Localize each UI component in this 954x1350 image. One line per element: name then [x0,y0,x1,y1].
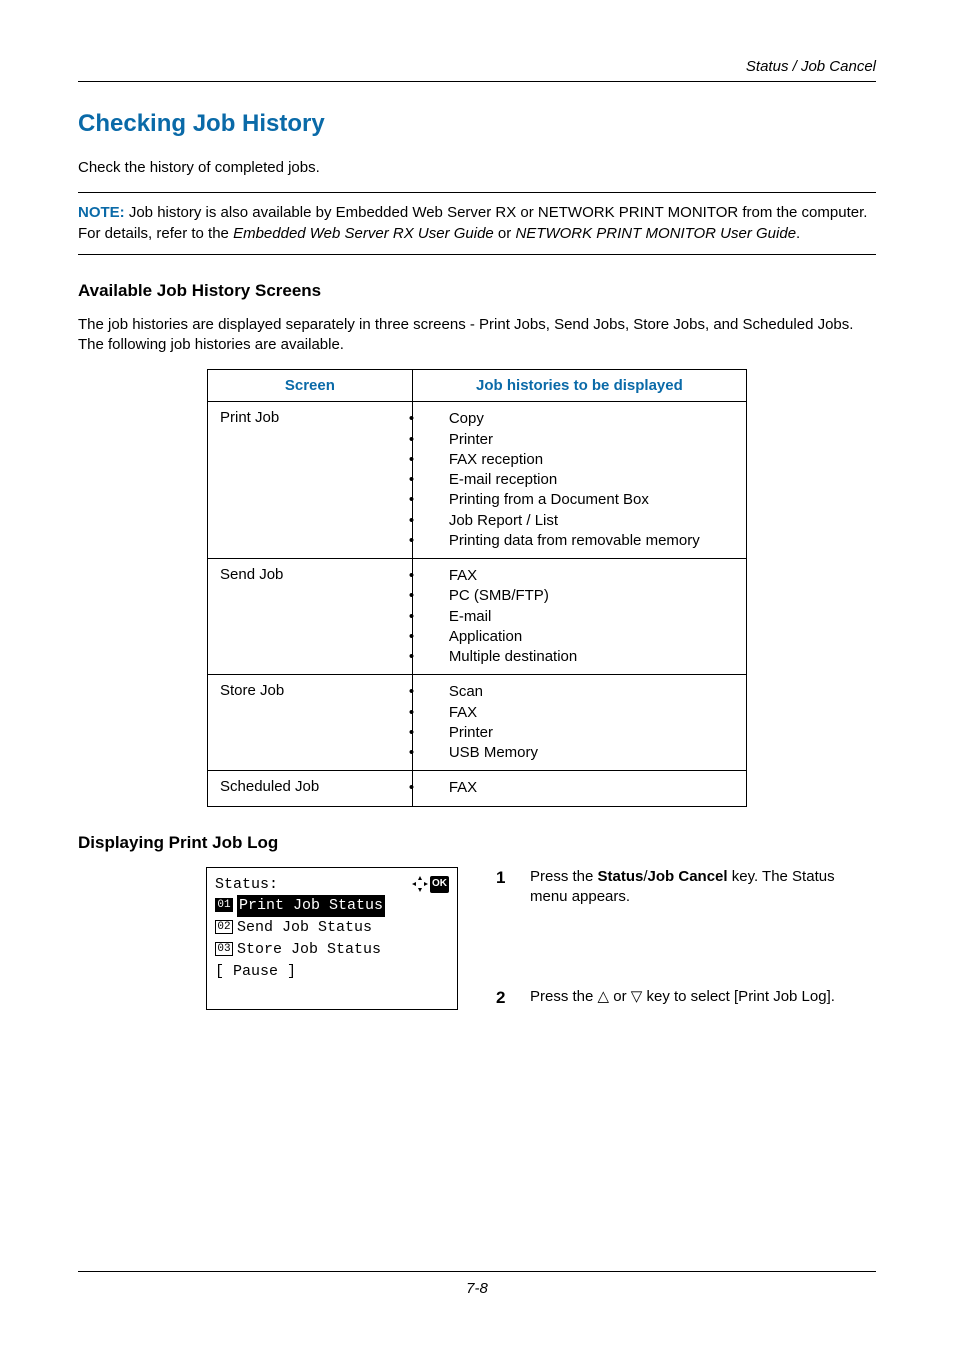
cell-items: FAX PC (SMB/FTP) E-mail Application Mult… [412,559,746,675]
subheading-print-job-log: Displaying Print Job Log [78,833,876,853]
note-block: NOTE: Job history is also available by E… [78,192,876,255]
key-name: Job Cancel [648,868,728,885]
list-item: Printer [449,723,734,743]
footer-rule [78,1271,876,1272]
lcd-column: Status: OK 01 Print Job Status [78,867,458,1010]
step-text-part: or [609,988,631,1005]
lcd-icons: OK [412,876,449,893]
page-title: Checking Job History [78,110,876,138]
note-mid: or [494,225,516,242]
step-text-part: key to select [Print Job Log]. [642,988,835,1005]
table-row: Print Job Copy Printer FAX reception E-m… [208,402,747,559]
list-item: FAX [449,703,734,723]
col-head-screen: Screen [208,370,413,402]
step-text-part: Press the [530,868,598,885]
screens-table: Screen Job histories to be displayed Pri… [207,369,747,806]
screens-table-wrap: Screen Job histories to be displayed Pri… [78,369,876,806]
col-head-histories: Job histories to be displayed [412,370,746,402]
list-item: FAX reception [449,450,734,470]
list-item: Application [449,627,734,647]
lcd-item: Send Job Status [237,919,372,936]
page-number: 7-8 [466,1280,488,1297]
key-name: Status [598,868,644,885]
lcd-softkey-row: [ Pause ] [215,961,449,983]
list-item: Multiple destination [449,647,734,667]
list-item: PC (SMB/FTP) [449,586,734,606]
page-footer: 7-8 [0,1271,954,1298]
note-label: NOTE: [78,204,125,221]
cell-items: Copy Printer FAX reception E-mail recept… [412,402,746,559]
lcd-title: Status: [215,874,278,896]
lcd-num-badge: 01 [215,898,233,912]
step-2: 2 Press the △ or ▽ key to select [Print … [496,987,876,1010]
steps-column: 1 Press the Status/Job Cancel key. The S… [496,867,876,1010]
step-text: Press the △ or ▽ key to select [Print Jo… [530,987,835,1010]
lcd-num-badge: 03 [215,942,233,956]
lcd-row-2: 02 Send Job Status [215,917,449,939]
triangle-up-icon: △ [598,987,610,1007]
cell-screen: Send Job [208,559,413,675]
nav-arrows-icon [412,876,428,892]
step-text: Press the Status/Job Cancel key. The Sta… [530,867,876,908]
two-column-layout: Status: OK 01 Print Job Status [78,867,876,1010]
step-text-part: Press the [530,988,598,1005]
lcd-selected-item: Print Job Status [237,895,385,917]
lcd-title-row: Status: OK [215,874,449,896]
list-item: USB Memory [449,743,734,763]
list-item: Copy [449,409,734,429]
ok-icon: OK [430,876,449,893]
running-header: Status / Job Cancel [78,58,876,81]
step-number: 1 [496,867,512,908]
header-rule [78,81,876,82]
para-available-screens: The job histories are displayed separate… [78,315,876,356]
table-row: Send Job FAX PC (SMB/FTP) E-mail Applica… [208,559,747,675]
intro-text: Check the history of completed jobs. [78,158,876,178]
lcd-row-1: 01 Print Job Status [215,895,449,917]
cell-screen: Scheduled Job [208,771,413,806]
cell-screen: Store Job [208,675,413,771]
list-item: Printing data from removable memory [449,531,734,551]
note-tail: . [796,225,800,242]
cell-screen: Print Job [208,402,413,559]
list-item: Printer [449,430,734,450]
list-item: Job Report / List [449,511,734,531]
lcd-num-badge: 02 [215,920,233,934]
subheading-available-screens: Available Job History Screens [78,281,876,301]
step-1: 1 Press the Status/Job Cancel key. The S… [496,867,876,908]
table-row: Store Job Scan FAX Printer USB Memory [208,675,747,771]
lcd-row-3: 03 Store Job Status [215,939,449,961]
list-item: E-mail reception [449,470,734,490]
lcd-item: Store Job Status [237,941,381,958]
list-item: FAX [449,566,734,586]
lcd-panel: Status: OK 01 Print Job Status [206,867,458,1010]
note-italic-2: NETWORK PRINT MONITOR User Guide [515,225,796,242]
list-item: Scan [449,682,734,702]
note-italic-1: Embedded Web Server RX User Guide [233,225,494,242]
step-number: 2 [496,987,512,1010]
cell-items: Scan FAX Printer USB Memory [412,675,746,771]
list-item: Printing from a Document Box [449,490,734,510]
list-item: E-mail [449,607,734,627]
list-item: FAX [449,778,734,798]
cell-items: FAX [412,771,746,806]
triangle-down-icon: ▽ [631,987,643,1007]
table-row: Scheduled Job FAX [208,771,747,806]
